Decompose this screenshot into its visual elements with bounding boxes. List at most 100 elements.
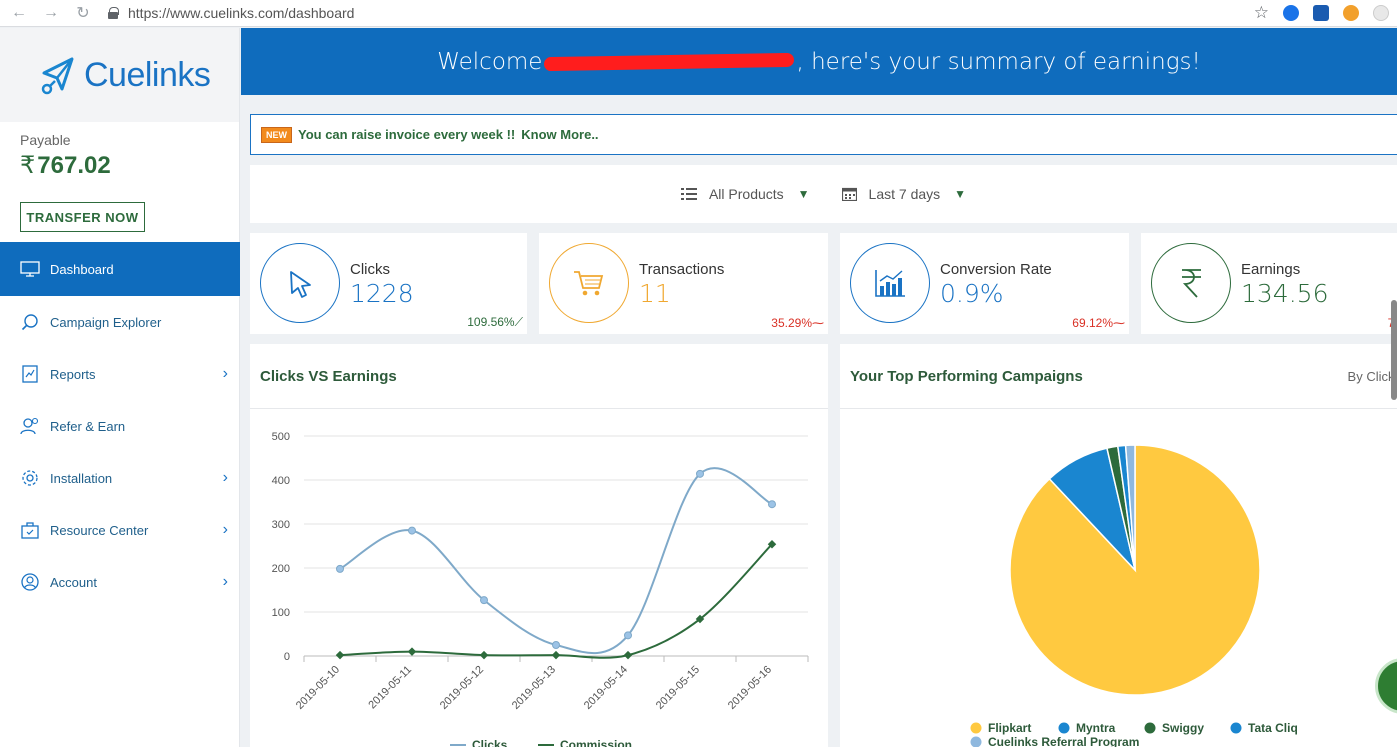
sidebar-menu: Dashboard Campaign Explorer Reports › Re… [0,242,240,608]
report-icon [20,364,40,384]
payable-label: Payable [20,132,71,148]
bookmark-star-icon[interactable]: ☆ [1254,3,1269,23]
y-tick-label: 200 [272,563,290,575]
y-tick-label: 300 [272,519,290,531]
sidebar-item-label: Resource Center [50,522,149,538]
x-tick-label: 2019-05-14 [582,664,630,712]
sidebar-item-label: Dashboard [50,261,114,277]
sidebar-item-dashboard[interactable]: Dashboard [0,242,240,296]
extension-cookie-icon[interactable] [1343,5,1359,21]
data-point [335,650,345,660]
back-arrow-icon[interactable]: ← [8,2,30,24]
data-point [768,500,776,509]
clicks-vs-earnings-panel: Clicks VS Earnings 0 100 200 300 400 500 2019-… [250,344,828,747]
briefcase-icon [20,520,40,540]
redacted-name [544,52,795,71]
legend-label: Commission [560,738,632,747]
stat-value: 1228 [350,279,414,308]
sidebar-item-campaign-explorer[interactable]: Campaign Explorer [0,296,240,348]
sidebar-item-label: Installation [50,470,113,486]
users-icon [20,416,40,436]
sidebar: Cuelinks Payable ₹767.02 TRANSFER NOW Da… [0,28,240,747]
data-point [408,526,416,535]
know-more-link[interactable]: Know More.. [521,127,598,142]
stat-label: Earnings [1241,261,1301,278]
x-tick-label: 2019-05-15 [654,664,702,712]
search-icon [20,312,40,332]
rupee-symbol: ₹ [20,152,36,179]
forward-arrow-icon[interactable]: → [40,2,62,24]
trend-up-icon: ⟋ [514,315,523,329]
invoice-notice: NEW You can raise invoice every week !! … [250,114,1397,155]
x-tick-label: 2019-05-12 [438,664,486,712]
x-tick-label: 2019-05-11 [366,664,414,712]
x-tick-label: 2019-05-10 [294,664,342,712]
logo[interactable]: Cuelinks [0,28,239,122]
chevron-right-icon: › [222,521,228,538]
stat-value: 134.56 [1241,279,1329,308]
earnings-card: Earnings 134.56 78.7 [1141,233,1397,334]
line-chart: 0 100 200 300 400 500 2019-05-10 2019-05-11 2019… [272,431,809,747]
sidebar-item-account[interactable]: Account › [0,556,240,608]
data-point [696,469,704,478]
data-point [336,564,344,573]
address-bar[interactable]: https://www.cuelinks.com/dashboard [108,5,1254,21]
data-point [480,596,488,605]
sidebar-item-reports[interactable]: Reports › [0,348,240,400]
x-tick-label: 2019-05-13 [510,664,558,712]
gear-icon [20,468,40,488]
legend-dot [1230,722,1242,734]
legend-label: Clicks [472,738,508,747]
cart-icon [549,243,629,323]
stat-change: 109.56%⟋ [467,315,523,329]
legend-label: Tata Cliq [1248,721,1298,735]
products-filter-label: All Products [708,186,784,202]
chevron-right-icon: › [222,365,228,382]
sidebar-item-resource-center[interactable]: Resource Center › [0,504,240,556]
payable-value: 767.02 [37,152,111,179]
data-point [407,647,417,656]
trend-down-icon: ⁓ [812,316,824,330]
rupee-icon [1151,243,1231,323]
stat-value: 11 [639,279,671,308]
reload-icon[interactable]: ↻ [72,2,94,24]
data-point [624,631,632,640]
chevron-right-icon: › [222,469,228,486]
user-circle-icon [20,572,40,592]
sidebar-item-installation[interactable]: Installation › [0,452,240,504]
scrollbar-thumb[interactable] [1391,300,1397,400]
paper-plane-logo-icon [41,57,74,95]
new-badge: NEW [261,126,292,143]
date-range-label: Last 7 days [868,186,941,202]
transfer-now-button[interactable]: TRANSFER NOW [20,202,145,232]
url-text: https://www.cuelinks.com/dashboard [128,5,355,21]
extension-square-icon[interactable] [1313,5,1329,21]
sidebar-item-label: Refer & Earn [50,418,126,434]
profile-avatar-icon[interactable] [1373,5,1389,21]
payable-amount: ₹767.02 [20,151,111,180]
date-range-filter[interactable]: Last 7 days ▼ [841,186,967,202]
browser-toolbar: ← → ↻ https://www.cuelinks.com/dashboard… [0,0,1397,27]
y-tick-label: 400 [272,475,290,487]
legend-dot [970,736,982,747]
lock-icon [108,7,119,19]
chevron-right-icon: › [222,573,228,590]
series-line-clicks [339,467,773,655]
notice-text: You can raise invoice every week !! [298,127,516,142]
stat-value: 0.9% [940,279,1004,308]
legend-dot [970,722,982,734]
logo-text: Cuelinks [84,55,211,94]
extension-g-icon[interactable] [1283,5,1299,21]
trend-down-icon: ⁓ [1113,316,1125,330]
sidebar-item-refer-earn[interactable]: Refer & Earn [0,400,240,452]
caret-down-icon: ▼ [954,187,967,201]
legend-dot [1144,722,1156,734]
data-point [479,650,489,660]
calendar-icon [841,187,857,201]
data-point [623,650,633,660]
legend-label: Swiggy [1162,721,1204,735]
series-line-commission [339,543,773,659]
clicks-card: Clicks 1228 109.56%⟋ [250,233,527,334]
y-tick-label: 0 [284,651,290,663]
products-filter[interactable]: All Products ▼ [680,186,810,202]
